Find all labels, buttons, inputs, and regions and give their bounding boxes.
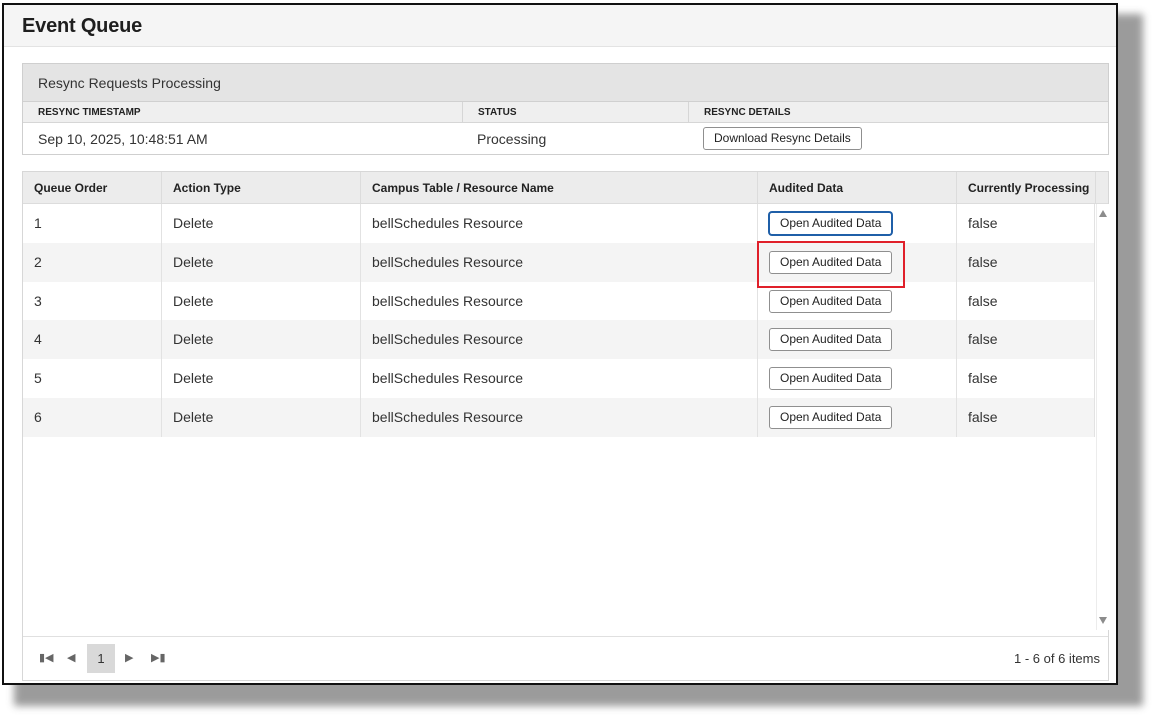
table-row[interactable]: 3 Delete bellSchedules Resource Open Audite… — [23, 281, 1095, 321]
title-bar: Event Queue — [4, 5, 1116, 47]
col-header-action-type[interactable]: Action Type — [162, 172, 361, 204]
action-type-cell: Delete — [162, 320, 361, 360]
scroll-down-arrow-icon[interactable] — [1099, 617, 1107, 624]
resource-name-cell: bellSchedules Resource — [361, 204, 758, 243]
action-type-cell: Delete — [162, 281, 361, 321]
column-divider — [462, 102, 463, 123]
open-audited-data-button[interactable]: Open Audited Data — [769, 367, 893, 391]
audited-data-cell: Open Audited Data — [758, 204, 957, 243]
resync-status: Processing — [477, 131, 547, 147]
open-audited-data-button[interactable]: Open Audited Data — [769, 328, 893, 352]
content-area: Resync Requests Processing RESYNC TIMEST… — [4, 47, 1116, 683]
queue-order-cell: 6 — [23, 397, 162, 437]
queue-order-cell: 3 — [23, 281, 162, 321]
currently-processing-cell: false — [957, 397, 1095, 437]
event-queue-window: Event Queue Resync Requests Processing R… — [2, 3, 1118, 685]
queue-order-cell: 5 — [23, 359, 162, 398]
action-type-cell: Delete — [162, 242, 361, 282]
open-audited-data-button[interactable]: Open Audited Data — [769, 250, 893, 274]
audited-data-cell: Open Audited Data — [758, 320, 957, 360]
pager-info: 1 - 6 of 6 items — [1014, 651, 1100, 666]
next-page-icon[interactable]: ▶ — [125, 651, 133, 664]
last-page-icon[interactable]: ▶▮ — [151, 651, 166, 664]
currently-processing-cell: false — [957, 204, 1095, 243]
audited-data-cell: Open Audited Data — [758, 397, 957, 437]
action-type-cell: Delete — [162, 397, 361, 437]
col-header-queue-order[interactable]: Queue Order — [23, 172, 162, 204]
open-audited-data-button[interactable]: Open Audited Data — [769, 405, 893, 429]
column-divider — [688, 102, 689, 123]
event-queue-grid: Queue Order Action Type Campus Table / R… — [22, 171, 1109, 681]
pager: ▮◀ ◀ 1 ▶ ▶▮ 1 - 6 of 6 items — [23, 636, 1108, 680]
grid-body: 1 Delete bellSchedules Resource Open Audite… — [23, 204, 1095, 437]
resync-requests-panel: Resync Requests Processing RESYNC TIMEST… — [22, 63, 1109, 155]
resync-row: Sep 10, 2025, 10:48:51 AM Processing Dow… — [23, 123, 1108, 154]
currently-processing-cell: false — [957, 320, 1095, 360]
resource-name-cell: bellSchedules Resource — [361, 242, 758, 282]
resource-name-cell: bellSchedules Resource — [361, 359, 758, 398]
prev-page-icon[interactable]: ◀ — [67, 651, 75, 664]
page-title: Event Queue — [22, 15, 143, 37]
queue-order-cell: 1 — [23, 204, 162, 243]
open-audited-data-button[interactable]: Open Audited Data — [769, 289, 893, 313]
table-row[interactable]: 6 Delete bellSchedules Resource Open Audite… — [23, 397, 1095, 437]
col-header-resource-name[interactable]: Campus Table / Resource Name — [361, 172, 758, 204]
audited-data-cell: Open Audited Data — [758, 242, 957, 282]
resource-name-cell: bellSchedules Resource — [361, 320, 758, 360]
first-page-icon[interactable]: ▮◀ — [39, 651, 54, 664]
open-audited-data-button[interactable]: Open Audited Data — [769, 212, 893, 235]
currently-processing-cell: false — [957, 242, 1095, 282]
table-row[interactable]: 5 Delete bellSchedules Resource Open Audite… — [23, 359, 1095, 398]
resource-name-cell: bellSchedules Resource — [361, 397, 758, 437]
current-page-button[interactable]: 1 — [87, 644, 115, 673]
col-header-audited-data[interactable]: Audited Data — [758, 172, 957, 204]
table-row[interactable]: 4 Delete bellSchedules Resource Open Audite… — [23, 320, 1095, 360]
queue-order-cell: 4 — [23, 320, 162, 360]
resync-col-details: RESYNC DETAILS — [704, 107, 791, 118]
resync-timestamp: Sep 10, 2025, 10:48:51 AM — [38, 131, 208, 147]
resource-name-cell: bellSchedules Resource — [361, 281, 758, 321]
resync-col-status: STATUS — [478, 107, 517, 118]
resync-panel-heading: Resync Requests Processing — [23, 64, 1108, 102]
vertical-scrollbar[interactable] — [1096, 204, 1109, 630]
col-header-currently-processing[interactable]: Currently Processing — [957, 172, 1096, 204]
action-type-cell: Delete — [162, 204, 361, 243]
resync-column-headers: RESYNC TIMESTAMP STATUS RESYNC DETAILS — [23, 102, 1108, 123]
currently-processing-cell: false — [957, 281, 1095, 321]
table-row[interactable]: 2 Delete bellSchedules Resource Open Audite… — [23, 242, 1095, 282]
audited-data-cell: Open Audited Data — [758, 281, 957, 321]
table-row[interactable]: 1 Delete bellSchedules Resource Open Audite… — [23, 204, 1095, 243]
queue-order-cell: 2 — [23, 242, 162, 282]
resync-col-timestamp: RESYNC TIMESTAMP — [38, 107, 141, 118]
scroll-up-arrow-icon[interactable] — [1099, 210, 1107, 217]
currently-processing-cell: false — [957, 359, 1095, 398]
grid-header: Queue Order Action Type Campus Table / R… — [23, 172, 1108, 204]
action-type-cell: Delete — [162, 359, 361, 398]
download-resync-details-button[interactable]: Download Resync Details — [703, 127, 862, 150]
audited-data-cell: Open Audited Data — [758, 359, 957, 398]
